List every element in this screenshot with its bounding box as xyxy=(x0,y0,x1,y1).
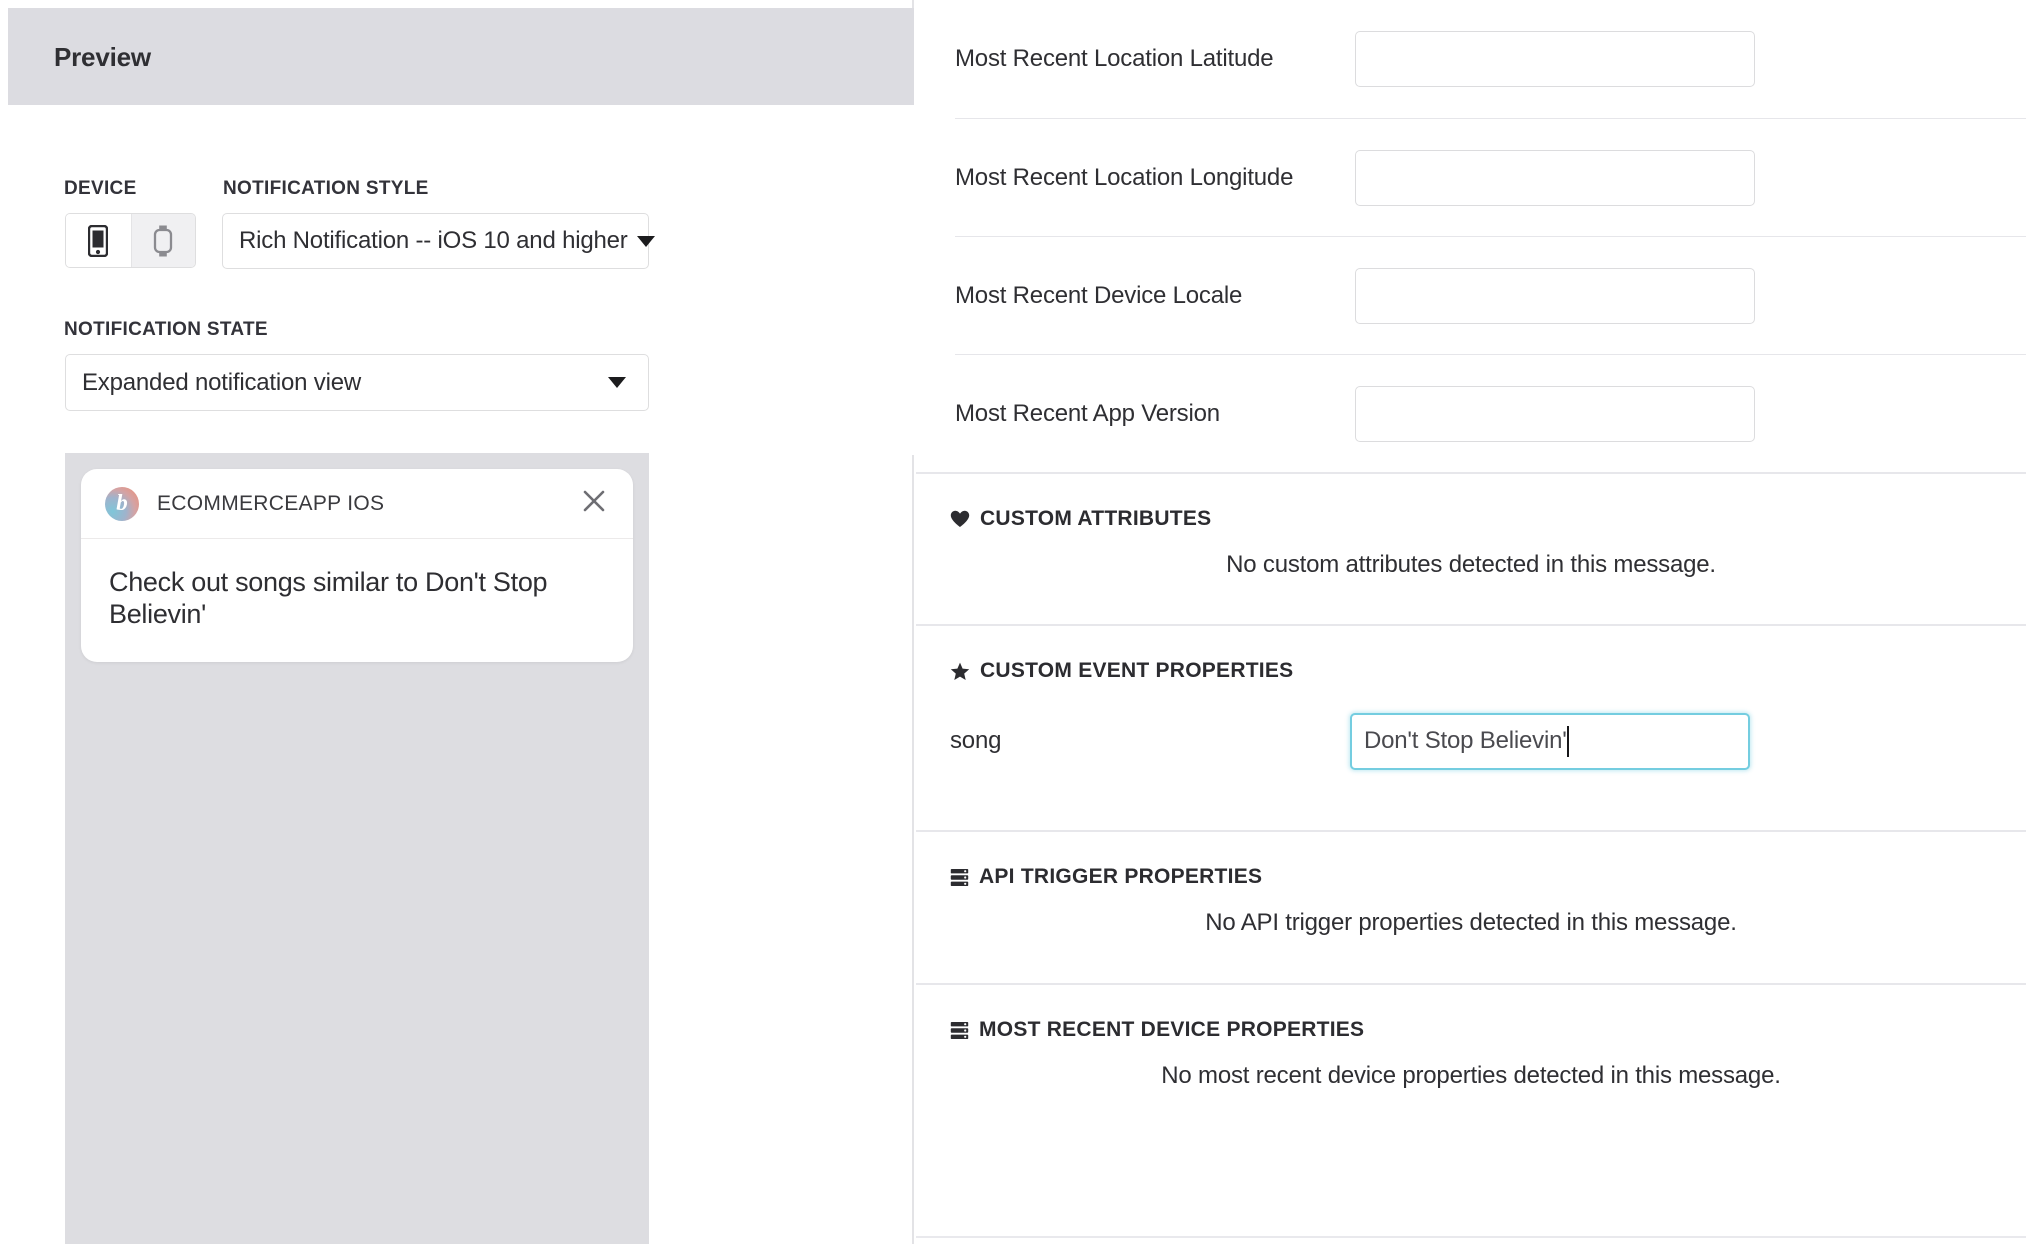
device-option-watch[interactable] xyxy=(130,214,195,267)
chevron-down-icon xyxy=(608,377,626,388)
close-icon xyxy=(581,488,607,519)
message-attributes-panel: Most Recent Location Latitude Most Recen… xyxy=(916,0,2026,1244)
empty-message-custom-attributes: No custom attributes detected in this me… xyxy=(1226,551,1716,578)
notification-message-text: Check out songs similar to Don't Stop Be… xyxy=(109,567,548,629)
chevron-down-icon xyxy=(636,235,655,247)
attribute-row: Most Recent Location Latitude xyxy=(916,0,2026,118)
device-option-phone[interactable] xyxy=(66,214,131,267)
attribute-row: Most Recent Location Longitude xyxy=(916,118,2026,236)
preview-panel: Preview DEVICE NOTIFICATION STYLE Rich N… xyxy=(0,0,914,1244)
section-title-text: CUSTOM ATTRIBUTES xyxy=(980,507,1212,530)
notification-state-label: NOTIFICATION STATE xyxy=(64,319,268,340)
text-cursor xyxy=(1566,725,1569,757)
notification-style-label: NOTIFICATION STYLE xyxy=(223,178,429,199)
notification-app-name: ECOMMERCEAPP IOS xyxy=(157,491,385,515)
attribute-label-latitude: Most Recent Location Latitude xyxy=(955,45,1274,72)
notification-preview-stage: b ECOMMERCEAPP IOS Check out songs simil… xyxy=(65,453,649,1244)
section-title-text: API TRIGGER PROPERTIES xyxy=(979,865,1263,888)
attribute-input-longitude[interactable] xyxy=(1355,149,1755,206)
attribute-input-latitude[interactable] xyxy=(1355,31,1755,87)
page-title: Preview xyxy=(54,42,151,72)
notification-state-select[interactable]: Expanded notification view xyxy=(65,354,649,411)
section-most-recent-device-properties: MOST RECENT DEVICE PROPERTIES No most re… xyxy=(916,983,2026,1143)
attribute-input-device-locale[interactable] xyxy=(1355,267,1755,324)
attribute-label-longitude: Most Recent Location Longitude xyxy=(955,163,1294,191)
section-title-most-recent-device-properties: MOST RECENT DEVICE PROPERTIES xyxy=(950,1018,2026,1042)
device-toggle-group[interactable] xyxy=(65,213,196,268)
section-api-trigger-properties: API TRIGGER PROPERTIES No API trigger pr… xyxy=(916,830,2026,983)
server-stack-icon xyxy=(950,868,969,887)
attribute-label-device-locale: Most Recent Device Locale xyxy=(955,281,1243,309)
notification-state-value: Expanded notification view xyxy=(82,368,361,396)
notification-card-header: b ECOMMERCEAPP IOS xyxy=(81,469,633,539)
section-title-custom-attributes: CUSTOM ATTRIBUTES xyxy=(950,507,2026,531)
custom-event-property-row: song xyxy=(916,701,2026,781)
watch-icon xyxy=(153,225,173,257)
section-title-custom-event-properties: CUSTOM EVENT PROPERTIES xyxy=(950,659,2026,683)
property-key-song: song xyxy=(950,727,1002,754)
notification-card: b ECOMMERCEAPP IOS Check out songs simil… xyxy=(81,469,633,662)
app-logo-icon: b xyxy=(105,486,139,521)
property-value-input-song[interactable] xyxy=(1350,712,1750,770)
attribute-row: Most Recent App Version xyxy=(916,354,2026,472)
empty-message-most-recent-device-properties: No most recent device properties detecte… xyxy=(1161,1062,1781,1089)
star-icon xyxy=(950,662,970,681)
notification-style-select[interactable]: Rich Notification -- iOS 10 and higher xyxy=(222,213,655,269)
app-logo-glyph: b xyxy=(116,490,128,515)
panel-bottom-divider xyxy=(916,1236,2026,1238)
phone-icon xyxy=(88,224,109,257)
section-title-text: MOST RECENT DEVICE PROPERTIES xyxy=(979,1018,1365,1041)
notification-style-value: Rich Notification -- iOS 10 and higher xyxy=(239,227,628,254)
heart-icon xyxy=(950,510,970,528)
attribute-label-app-version: Most Recent App Version xyxy=(955,399,1220,427)
preview-composer-screen: Preview DEVICE NOTIFICATION STYLE Rich N… xyxy=(0,0,2026,1244)
section-custom-attributes: CUSTOM ATTRIBUTES No custom attributes d… xyxy=(916,472,2026,624)
server-stack-icon xyxy=(950,1021,969,1040)
section-custom-event-properties: CUSTOM EVENT PROPERTIES song xyxy=(916,624,2026,830)
notification-close-button[interactable] xyxy=(577,487,611,521)
preview-controls: DEVICE NOTIFICATION STYLE Rich Notificat… xyxy=(8,105,914,455)
section-title-text: CUSTOM EVENT PROPERTIES xyxy=(980,659,1294,682)
device-label: DEVICE xyxy=(64,178,137,199)
attribute-input-app-version[interactable] xyxy=(1355,385,1755,442)
attribute-row: Most Recent Device Locale xyxy=(916,236,2026,354)
section-title-api-trigger-properties: API TRIGGER PROPERTIES xyxy=(950,865,2026,889)
empty-message-api-trigger-properties: No API trigger properties detected in th… xyxy=(1205,909,1737,936)
preview-panel-header: Preview xyxy=(8,8,914,105)
